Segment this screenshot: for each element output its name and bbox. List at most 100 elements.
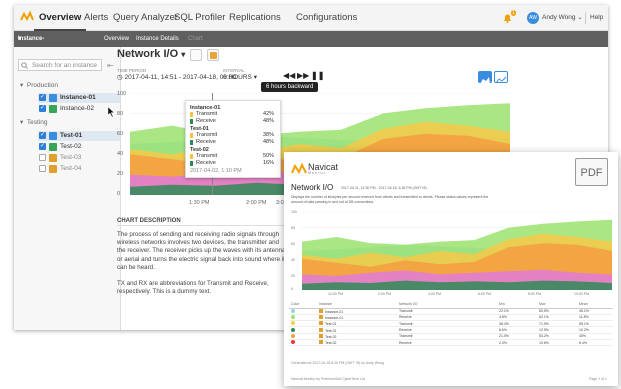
instance-name: Test-01 [325, 322, 337, 327]
tab-sql-profiler[interactable]: SQL Profiler [174, 5, 225, 31]
database-icon [319, 314, 323, 319]
instance-name: Test-02 [325, 334, 337, 339]
document-icon[interactable] [190, 49, 202, 61]
pdf-x-tick: 10:00 PM [574, 292, 589, 296]
line-chart-toggle[interactable] [494, 71, 508, 84]
breadcrumb: Instance-01, Test-01 ▾ Overview Instance… [14, 31, 608, 74]
y-tick: 80 [117, 111, 124, 117]
collapse-sidebar-icon[interactable]: ⇤ [107, 61, 114, 70]
sidebar-item-instance-01[interactable]: Instance-01 [38, 92, 120, 103]
tooltip-row: Receive 16% [190, 160, 276, 167]
y-tick: 40 [117, 151, 124, 157]
pdf-report-preview: Navicat Monitor PDF Network I/O 2017-04-… [284, 152, 618, 386]
series-color-dot [291, 327, 295, 332]
area-chart-toggle[interactable] [478, 71, 492, 84]
column-header: Mean [577, 301, 613, 309]
screen: Overview Alerts Query Analyzer SQL Profi… [0, 0, 621, 389]
export-icon[interactable] [207, 49, 219, 61]
sidebar-item-test-02[interactable]: Test-02 [38, 141, 120, 152]
column-header: Min [497, 301, 537, 309]
tab-overview[interactable]: Overview [33, 5, 87, 31]
color-swatch [190, 140, 193, 145]
color-swatch [190, 119, 193, 124]
table-header-row: Color Instance Network I/O Min Max Mean [289, 301, 613, 309]
column-header: Color [289, 301, 317, 309]
pdf-logo-subtitle: Monitor [308, 171, 327, 175]
database-icon [49, 132, 57, 140]
table-cell-io: Receive [397, 339, 497, 347]
group-production-label: Production [26, 82, 58, 89]
series-color-dot [291, 321, 295, 326]
avatar[interactable]: AW [527, 12, 539, 24]
rewind-icon[interactable]: ◀◀ [283, 71, 295, 80]
group-testing[interactable]: ▾ Testing [20, 118, 48, 126]
pdf-x-tick: 2:00 PM [378, 292, 392, 296]
instance-name: Instance-01 [325, 315, 344, 320]
sidebar-item-test-04[interactable]: Test-04 [38, 164, 120, 174]
search-icon [21, 62, 28, 69]
help-button[interactable]: Help [585, 12, 607, 24]
tab-replications[interactable]: Replications [229, 5, 281, 31]
pdf-description: Displays the number of kilobytes per sec… [291, 195, 489, 204]
pdf-network-io-chart [302, 212, 612, 290]
caret-down-icon: ▾ [181, 50, 186, 59]
clock-icon: ◷ [117, 74, 123, 81]
checkbox[interactable] [39, 130, 46, 140]
checkbox[interactable] [39, 154, 46, 161]
pause-icon[interactable]: ❚❚ [311, 71, 324, 80]
instance-cell: Test-02 [317, 339, 397, 347]
page-title[interactable]: Network I/O ▾ [117, 48, 185, 60]
y-tick: 20 [117, 171, 124, 177]
sidebar-item-test-01[interactable]: Test-01 [38, 130, 120, 141]
breadcrumb-overview[interactable]: Overview [104, 31, 129, 47]
top-navigation: Overview Alerts Query Analyzer SQL Profi… [14, 5, 608, 31]
user-menu[interactable]: Andy Wong ⌄ [542, 5, 583, 31]
chevron-down-icon: ⌄ [577, 14, 583, 21]
sidebar-item-label: Test-04 [60, 165, 82, 172]
database-icon [49, 94, 57, 102]
tab-query-analyzer[interactable]: Query Analyzer [113, 5, 178, 31]
database-icon [319, 308, 323, 313]
caret-down-icon: ▾ [253, 74, 257, 81]
tab-configurations[interactable]: Configurations [296, 5, 357, 31]
instance-sidebar: Search for an instance ⇤ ▾ Production In… [14, 47, 121, 330]
tooltip-row-value: 38% [262, 132, 274, 138]
tooltip-row-label: Transmit [196, 153, 218, 159]
checkbox[interactable] [39, 92, 46, 102]
color-swatch [190, 133, 193, 138]
table-cell-mean: 5.4% [577, 339, 613, 347]
pdf-page-number: Page 1 of 1 [589, 377, 607, 381]
sidebar-item-test-03[interactable]: Test-03 [38, 153, 120, 163]
series-color-dot [291, 340, 295, 345]
tooltip-row-label: Transmit [196, 132, 218, 138]
breadcrumb-instance-details[interactable]: Instance Details [136, 31, 179, 47]
group-testing-label: Testing [26, 119, 48, 126]
search-input[interactable]: Search for an instance [18, 59, 102, 71]
sidebar-item-label: Test-02 [60, 143, 82, 150]
group-production[interactable]: ▾ Production [20, 81, 58, 89]
checkbox[interactable] [39, 165, 46, 172]
interval-select[interactable]: 6 HOURS ▾ [223, 73, 257, 81]
database-icon [49, 165, 57, 173]
y-tick: 0 [117, 191, 121, 197]
tooltip-timestamp: 2017-04-02, 1:10 PM [190, 168, 242, 174]
tab-alerts[interactable]: Alerts [84, 5, 108, 31]
pdf-x-tick: 12:00 PM [328, 292, 343, 296]
pdf-title: Network I/O [291, 183, 334, 192]
page-title-text: Network I/O [117, 48, 179, 60]
description-paragraph: TX and RX are abbreviations for Transmit… [117, 280, 269, 296]
tooltip-row: Transmit 42% [190, 111, 276, 118]
time-range[interactable]: ◷ 2017-04-11, 14:51 - 2017-04-18, 00:00 [117, 73, 236, 81]
table-cell-max: 10.6% [537, 339, 577, 347]
column-header: Instance [317, 301, 397, 309]
color-dot [289, 339, 317, 347]
line-chart-icon [495, 76, 507, 84]
tooltip-row-label: Receive [196, 118, 216, 124]
series-color-dot [291, 333, 295, 338]
checkbox[interactable] [39, 103, 46, 113]
tooltip-row-value: 50% [262, 153, 274, 159]
checkbox[interactable] [39, 141, 46, 151]
fast-forward-icon[interactable]: ▶▶ [297, 71, 309, 80]
tooltip-row-value: 48% [262, 139, 274, 145]
pdf-x-tick: 6:00 PM [478, 292, 492, 296]
